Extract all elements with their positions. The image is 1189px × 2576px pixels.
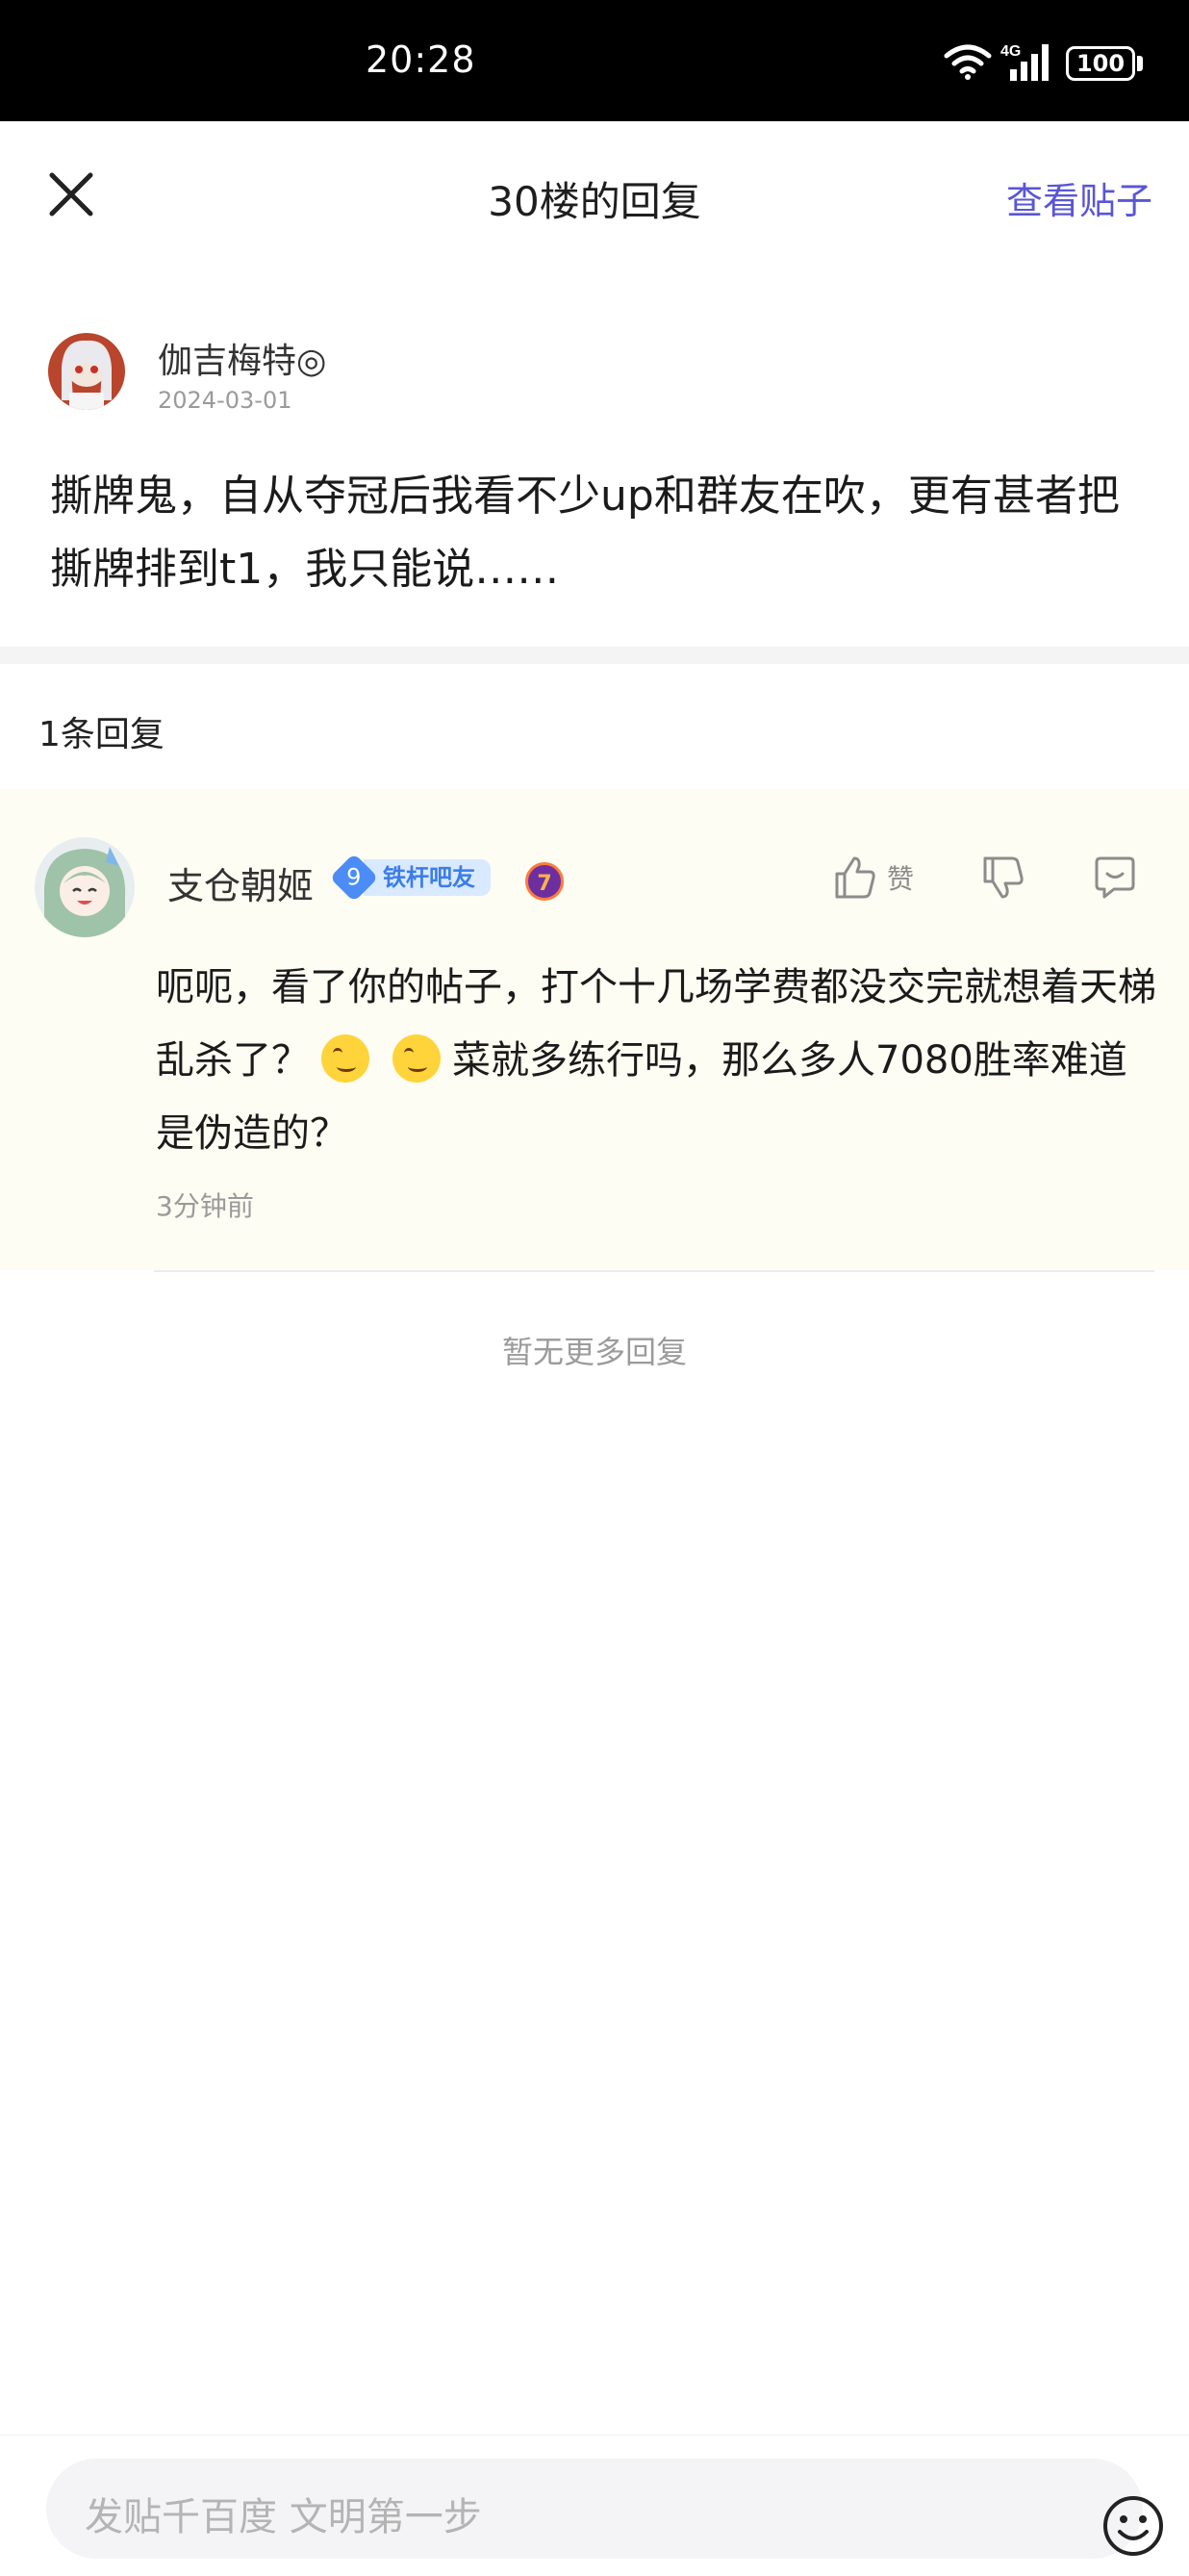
wifi-icon — [944, 44, 992, 80]
status-bar: 20:28 4G 100 — [0, 0, 1189, 121]
reply-author-avatar[interactable] — [35, 837, 135, 937]
comment-button[interactable] — [1091, 854, 1139, 906]
battery-tip — [1137, 56, 1143, 71]
reply-input[interactable]: 发贴千百度 文明第一步 — [46, 2459, 1163, 2559]
thumbs-up-icon — [835, 856, 875, 899]
cellular-signal-icon: 4G — [1000, 43, 1049, 81]
no-more-replies: 暂无更多回复 — [501, 1334, 687, 1370]
top-nav-bar: 30楼的回复 查看贴子 — [0, 121, 1189, 266]
like-button[interactable]: 赞 — [831, 854, 914, 901]
comment-bubble-icon — [1095, 856, 1135, 899]
reply-time: 3分钟前 — [156, 1190, 254, 1222]
smirk-emoji-icon — [321, 1034, 369, 1083]
emoji-picker-icon[interactable] — [1100, 2493, 1166, 2559]
level-title: 铁杆吧友 — [364, 859, 491, 896]
medal-icon: 7 — [525, 862, 564, 901]
view-post-link[interactable]: 查看贴子 — [1006, 171, 1152, 224]
thumbs-down-icon — [983, 856, 1024, 899]
reply-count: 1条回复 — [38, 715, 164, 754]
reply-composer-bar: 发贴千百度 文明第一步 — [0, 2435, 1189, 2576]
reply-item: 支仓朝姬 9 铁杆吧友 7 赞 呃呃，看了你的帖子，打个十几场学费都没交完就想着… — [0, 789, 1189, 1270]
reply-input-placeholder: 发贴千百度 文明第一步 — [85, 2495, 482, 2539]
smirk-emoji-icon — [392, 1034, 441, 1083]
like-label: 赞 — [887, 863, 915, 895]
post-author-avatar[interactable] — [48, 333, 125, 410]
section-divider — [0, 647, 1189, 664]
post-content: 撕牌鬼，自从夺冠后我看不少up和群友在吹，更有甚者把撕牌排到t1，我只能说…… — [50, 472, 1120, 594]
reply-separator — [154, 1270, 1154, 1272]
post-date: 2024-03-01 — [158, 387, 292, 414]
post-author-name[interactable]: 伽吉梅特◎ — [158, 333, 326, 383]
dislike-button[interactable] — [979, 854, 1025, 905]
svg-text:4G: 4G — [1000, 43, 1021, 60]
reply-author-name[interactable]: 支仓朝姬 — [167, 856, 314, 909]
reply-content: 呃呃，看了你的帖子，打个十几场学费都没交完就想着天梯乱杀了？ 菜就多练行吗，那么多… — [156, 965, 1156, 1156]
battery-indicator: 100 — [1066, 46, 1135, 81]
level-badge: 9 铁杆吧友 — [329, 853, 491, 903]
status-time: 20:28 — [366, 38, 476, 81]
